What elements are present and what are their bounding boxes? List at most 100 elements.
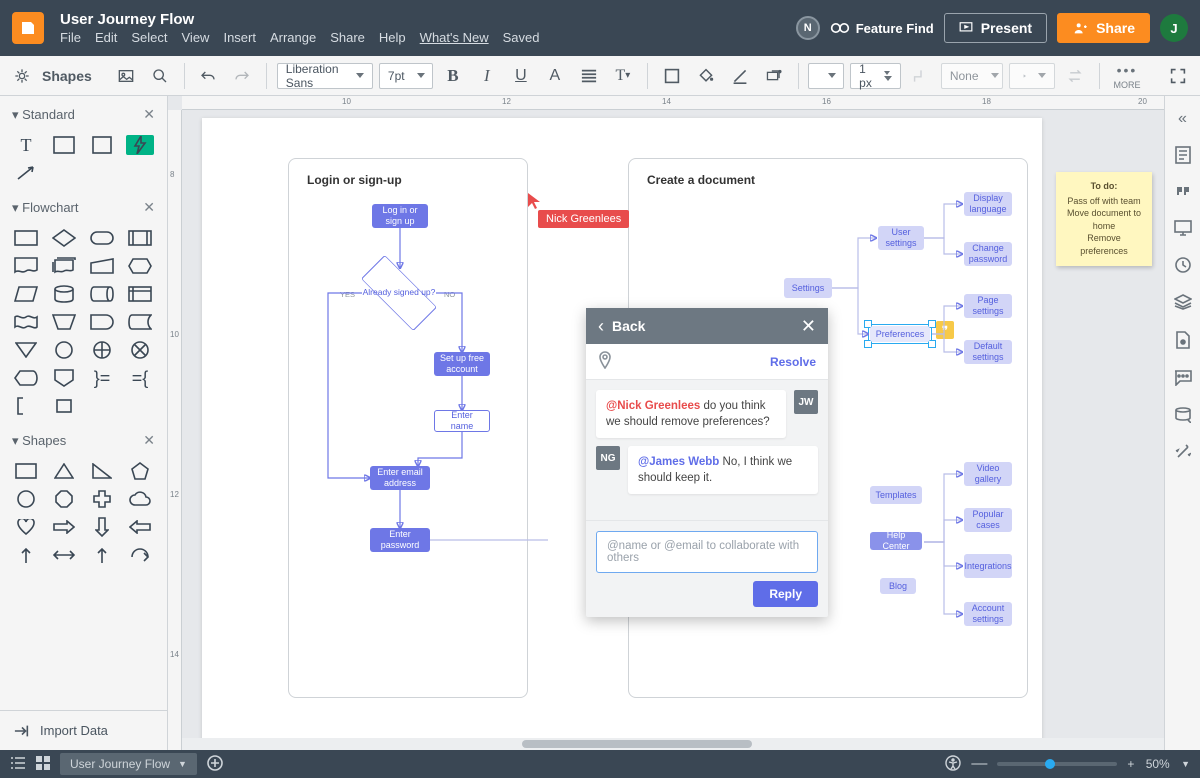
page-select[interactable]: User Journey Flow▼ bbox=[60, 753, 197, 775]
menu-arrange[interactable]: Arrange bbox=[270, 30, 316, 45]
node-disp-lang[interactable]: Display language bbox=[964, 192, 1012, 216]
node-enter-email[interactable]: Enter email address bbox=[370, 466, 430, 490]
node-login-signup[interactable]: Log in or sign up bbox=[372, 204, 428, 228]
fc-multdoc[interactable] bbox=[50, 256, 78, 276]
fc-data[interactable] bbox=[12, 284, 40, 304]
magic-icon[interactable] bbox=[1175, 444, 1191, 463]
close-icon[interactable]: ✕ bbox=[801, 316, 816, 337]
fullscreen-icon[interactable] bbox=[1164, 62, 1192, 90]
feature-find[interactable]: Feature Find bbox=[830, 21, 934, 36]
line-color-icon[interactable] bbox=[726, 62, 754, 90]
shapes-picker[interactable] bbox=[8, 62, 36, 90]
arrow-start-select[interactable]: None bbox=[941, 63, 1003, 89]
text-tool-icon[interactable]: T▾ bbox=[609, 62, 637, 90]
node-integrations[interactable]: Integrations bbox=[964, 554, 1012, 578]
search-icon[interactable] bbox=[146, 62, 174, 90]
undo-icon[interactable] bbox=[194, 62, 222, 90]
grid-view-icon[interactable] bbox=[36, 756, 50, 773]
node-default-settings[interactable]: Default settings bbox=[964, 340, 1012, 364]
node-video-gallery[interactable]: Video gallery bbox=[964, 462, 1012, 486]
document-icon[interactable] bbox=[12, 12, 44, 44]
fc-direct[interactable] bbox=[88, 284, 116, 304]
bs-circle[interactable] bbox=[12, 489, 40, 509]
menu-edit[interactable]: Edit bbox=[95, 30, 117, 45]
bs-rect[interactable] bbox=[12, 461, 40, 481]
fc-manop[interactable] bbox=[50, 312, 78, 332]
fc-merge[interactable] bbox=[12, 340, 40, 360]
horizontal-scrollbar[interactable] bbox=[182, 738, 1164, 750]
share-button[interactable]: Share bbox=[1057, 13, 1150, 43]
bs-tri[interactable] bbox=[50, 461, 78, 481]
menu-whats-new[interactable]: What's New bbox=[420, 30, 489, 45]
arrow-end-select[interactable] bbox=[1009, 63, 1055, 89]
fc-db[interactable] bbox=[50, 284, 78, 304]
menu-file[interactable]: File bbox=[60, 30, 81, 45]
fc-swatch[interactable] bbox=[50, 396, 78, 416]
rect-shape[interactable] bbox=[50, 135, 78, 155]
font-size-select[interactable]: 7pt bbox=[379, 63, 433, 89]
fc-intern[interactable] bbox=[126, 284, 154, 304]
arrow-shape[interactable] bbox=[12, 163, 40, 183]
node-enter-name[interactable]: Enter name bbox=[434, 410, 490, 432]
document-title[interactable]: User Journey Flow bbox=[60, 11, 540, 28]
text-color-icon[interactable]: A bbox=[541, 62, 569, 90]
collaborator-avatar[interactable]: N bbox=[796, 16, 820, 40]
notes-icon[interactable] bbox=[1175, 146, 1191, 167]
fc-predef[interactable] bbox=[126, 228, 154, 248]
fc-input[interactable] bbox=[88, 256, 116, 276]
fc-display[interactable] bbox=[12, 368, 40, 388]
fc-delay[interactable] bbox=[88, 312, 116, 332]
shape-options-icon[interactable] bbox=[760, 62, 788, 90]
node-change-pwd[interactable]: Change password bbox=[964, 242, 1012, 266]
fc-doc[interactable] bbox=[12, 256, 40, 276]
fc-note[interactable] bbox=[12, 396, 40, 416]
comment-input[interactable]: @name or @email to collaborate with othe… bbox=[596, 531, 818, 573]
bs-arr-u2[interactable] bbox=[88, 545, 116, 565]
bs-oct[interactable] bbox=[50, 489, 78, 509]
menu-help[interactable]: Help bbox=[379, 30, 406, 45]
node-page-settings[interactable]: Page settings bbox=[964, 294, 1012, 318]
bs-arr-u-thin[interactable] bbox=[12, 545, 40, 565]
node-account-settings[interactable]: Account settings bbox=[964, 602, 1012, 626]
node-already-signed-up[interactable]: Already signed up? bbox=[362, 268, 436, 318]
bs-arr-curve[interactable] bbox=[126, 545, 154, 565]
menu-insert[interactable]: Insert bbox=[223, 30, 256, 45]
fc-tape[interactable] bbox=[12, 312, 40, 332]
shape-style-icon[interactable] bbox=[658, 62, 686, 90]
section-standard[interactable]: ▾ Standard ✕ bbox=[0, 96, 167, 129]
list-view-icon[interactable] bbox=[10, 757, 26, 772]
bs-cross[interactable] bbox=[88, 489, 116, 509]
node-settings[interactable]: Settings bbox=[784, 278, 832, 298]
node-templates[interactable]: Templates bbox=[870, 486, 922, 504]
fc-diamond[interactable] bbox=[50, 228, 78, 248]
back-label[interactable]: Back bbox=[612, 318, 645, 334]
fc-brace-left[interactable]: ={ bbox=[126, 368, 154, 388]
bs-cloud[interactable] bbox=[126, 489, 154, 509]
user-avatar[interactable]: J bbox=[1160, 14, 1188, 42]
fc-sum[interactable] bbox=[126, 340, 154, 360]
redo-icon[interactable] bbox=[228, 62, 256, 90]
accessibility-icon[interactable] bbox=[945, 755, 961, 774]
sticky-note[interactable]: To do: Pass off with team Move document … bbox=[1056, 172, 1152, 266]
node-user-settings[interactable]: User settings bbox=[878, 226, 924, 250]
node-help-center[interactable]: Help Center bbox=[870, 532, 922, 550]
quote-icon[interactable] bbox=[1175, 185, 1191, 202]
node-preferences[interactable]: Preferences bbox=[870, 326, 930, 342]
bs-heart[interactable] bbox=[12, 517, 40, 537]
data-icon[interactable] bbox=[1175, 407, 1191, 426]
node-enter-pwd[interactable]: Enter password bbox=[370, 528, 430, 552]
comments-icon[interactable] bbox=[1174, 370, 1192, 389]
bs-arr-lr-thin[interactable] bbox=[50, 545, 78, 565]
import-data[interactable]: Import Data bbox=[0, 710, 167, 750]
bs-rtri[interactable] bbox=[88, 461, 116, 481]
node-setup[interactable]: Set up free account bbox=[434, 352, 490, 376]
fc-or[interactable] bbox=[88, 340, 116, 360]
hotspot-shape[interactable] bbox=[126, 135, 154, 155]
zoom-value[interactable]: + 50% ▼ bbox=[1127, 757, 1190, 771]
align-icon[interactable] bbox=[575, 62, 603, 90]
presentation-icon[interactable] bbox=[1174, 220, 1192, 239]
italic-icon[interactable]: I bbox=[473, 62, 501, 90]
add-page-icon[interactable] bbox=[207, 755, 223, 774]
stroke-width-select[interactable]: 1 px bbox=[850, 63, 901, 89]
history-icon[interactable] bbox=[1175, 257, 1191, 276]
